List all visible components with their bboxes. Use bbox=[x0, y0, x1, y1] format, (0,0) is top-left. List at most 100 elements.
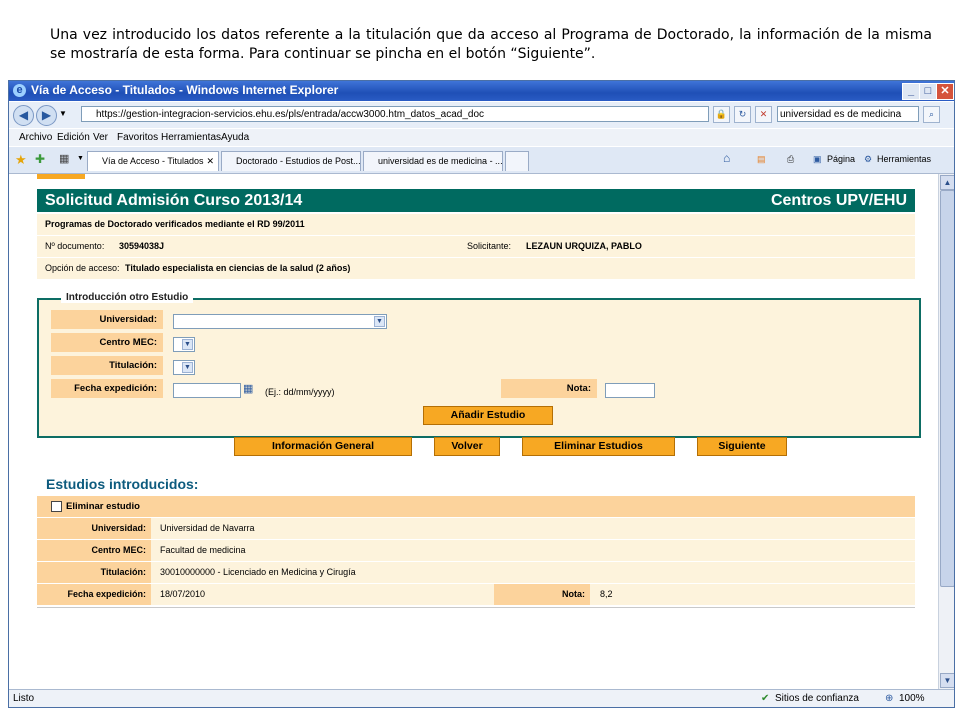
study-degree-value: 30010000000 - Licenciado en Medicina y C… bbox=[160, 567, 356, 577]
page-menu[interactable]: Página bbox=[827, 154, 855, 164]
browser-window: e Vía de Acceso - Titulados - Windows In… bbox=[8, 80, 955, 708]
forward-icon[interactable]: ▶ bbox=[36, 105, 57, 126]
zoom-icon: ⊕ bbox=[885, 693, 894, 704]
delete-study-label: Eliminar estudio bbox=[66, 501, 140, 512]
new-study-fieldset: Introducción otro Estudio Universidad: ▼… bbox=[37, 292, 921, 438]
study-center-value: Facultad de medicina bbox=[160, 545, 246, 555]
close-icon[interactable]: ✕ bbox=[936, 83, 954, 100]
study-center-row: Centro MEC: Facultad de medicina bbox=[37, 540, 915, 561]
print-icon[interactable]: ⎙ bbox=[787, 154, 794, 165]
tab-search-results[interactable]: universidad es de medicina - ... bbox=[363, 151, 503, 171]
menu-herramientas[interactable]: Herramientas bbox=[161, 132, 221, 143]
divider bbox=[37, 607, 915, 608]
quick-tabs-icon[interactable]: ▦ bbox=[59, 152, 69, 165]
lock-icon[interactable]: 🔒 bbox=[713, 106, 730, 123]
menu-archivo[interactable]: Archivo bbox=[19, 132, 52, 143]
chevron-down-icon: ▼ bbox=[182, 362, 193, 373]
menu-ver[interactable]: Ver bbox=[93, 132, 108, 143]
tab-doctorado[interactable]: Doctorado - Estudios de Post... bbox=[221, 151, 361, 171]
center-select[interactable]: ▼ bbox=[173, 337, 195, 352]
grade-input[interactable] bbox=[605, 383, 655, 398]
study-grade-value: 8,2 bbox=[600, 589, 613, 599]
stop-icon[interactable]: ✕ bbox=[755, 106, 772, 123]
applicant-value: LEZAUN URQUIZA, PABLO bbox=[526, 241, 642, 251]
back-icon[interactable]: ◀ bbox=[13, 105, 34, 126]
tools-menu[interactable]: Herramientas bbox=[877, 154, 931, 164]
back-button[interactable]: Volver bbox=[434, 437, 500, 456]
date-hint: (Ej.: dd/mm/yyyy) bbox=[265, 387, 335, 397]
title-bar: e Vía de Acceso - Titulados - Windows In… bbox=[9, 81, 954, 101]
study-degree-row: Titulación: 30010000000 - Licenciado en … bbox=[37, 562, 915, 583]
next-button[interactable]: Siguiente bbox=[697, 437, 787, 456]
study-university-label: Universidad: bbox=[37, 518, 151, 539]
menu-edicion[interactable]: Edición bbox=[57, 132, 90, 143]
date-label: Fecha expedición: bbox=[51, 379, 163, 398]
chevron-down-icon: ▼ bbox=[374, 316, 385, 327]
menu-ayuda[interactable]: Ayuda bbox=[221, 132, 249, 143]
decorative-tab bbox=[37, 174, 85, 179]
refresh-icon[interactable]: ↻ bbox=[734, 106, 751, 123]
doc-label: Nº documento: bbox=[45, 241, 105, 251]
study-date-label: Fecha expedición: bbox=[37, 584, 151, 605]
scroll-up-icon[interactable]: ▲ bbox=[940, 175, 954, 190]
minimize-icon[interactable]: _ bbox=[902, 83, 920, 100]
study-university-value: Universidad de Navarra bbox=[160, 523, 255, 533]
security-zone: Sitios de confianza bbox=[775, 693, 859, 704]
search-input[interactable]: universidad es de medicina bbox=[777, 106, 919, 122]
tab-via-acceso[interactable]: Vía de Acceso - Titulados ✕ bbox=[87, 151, 219, 171]
fieldset-legend: Introducción otro Estudio bbox=[61, 292, 194, 303]
tab-list-icon[interactable]: ▼ bbox=[77, 155, 84, 162]
check-icon: ✔ bbox=[761, 693, 770, 704]
tab-close-icon[interactable]: ✕ bbox=[206, 152, 214, 170]
instruction-caption: Una vez introducido los datos referente … bbox=[50, 27, 932, 62]
history-dropdown-icon[interactable]: ▼ bbox=[59, 109, 67, 118]
university-select[interactable]: ▼ bbox=[173, 314, 387, 329]
vertical-scrollbar[interactable]: ▲ ▼ bbox=[938, 174, 954, 689]
scroll-down-icon[interactable]: ▼ bbox=[940, 673, 954, 688]
access-row: Opción de acceso: Titulado especialista … bbox=[37, 258, 915, 279]
calendar-icon[interactable]: ▦ bbox=[243, 382, 253, 395]
scroll-thumb[interactable] bbox=[940, 190, 954, 587]
delete-studies-button[interactable]: Eliminar Estudios bbox=[522, 437, 675, 456]
page-header: Solicitud Admisión Curso 2013/14 Centros… bbox=[37, 189, 915, 212]
ie-logo-icon: e bbox=[13, 84, 26, 97]
search-icon[interactable]: ⌕ bbox=[923, 106, 940, 123]
url-input[interactable]: https://gestion-integracion-servicios.eh… bbox=[81, 106, 709, 122]
studies-title: Estudios introducidos: bbox=[46, 476, 199, 492]
zoom-level[interactable]: 100% bbox=[899, 693, 925, 704]
access-value: Titulado especialista en ciencias de la … bbox=[125, 263, 351, 273]
university-label: Universidad: bbox=[51, 310, 163, 329]
applicant-label: Solicitante: bbox=[467, 241, 512, 251]
date-input[interactable] bbox=[173, 383, 241, 398]
study-degree-label: Titulación: bbox=[37, 562, 151, 583]
general-info-button[interactable]: Información General bbox=[234, 437, 412, 456]
home-icon[interactable]: ⌂ bbox=[723, 151, 730, 165]
address-bar: ◀ ▶ ▼ https://gestion-integracion-servic… bbox=[9, 102, 954, 128]
doc-value: 30594038J bbox=[119, 241, 165, 251]
page-title: Solicitud Admisión Curso 2013/14 bbox=[45, 192, 303, 209]
document-row: Nº documento: 30594038J Solicitante: LEZ… bbox=[37, 236, 915, 257]
new-tab[interactable] bbox=[505, 151, 529, 171]
favorites-star-icon[interactable]: ★ bbox=[15, 152, 27, 168]
delete-study-row: Eliminar estudio bbox=[37, 496, 915, 517]
page-menu-icon: ▣ bbox=[813, 154, 822, 164]
degree-select[interactable]: ▼ bbox=[173, 360, 195, 375]
tab-label: Vía de Acceso - Titulados bbox=[102, 156, 204, 166]
study-date-value: 18/07/2010 bbox=[160, 589, 206, 599]
study-university-row: Universidad: Universidad de Navarra bbox=[37, 518, 915, 539]
study-date-row: Fecha expedición: 18/07/2010 Nota: 8,2 bbox=[37, 584, 915, 605]
program-text: Programas de Doctorado verificados media… bbox=[45, 219, 305, 229]
feeds-icon[interactable]: ▤ bbox=[757, 154, 766, 165]
study-grade-label: Nota: bbox=[494, 584, 590, 605]
menu-bar: Archivo Edición Ver Favoritos Herramient… bbox=[9, 129, 954, 146]
status-text: Listo bbox=[13, 693, 35, 704]
tab-bar: ★ ✚ ▦ ▼ Vía de Acceso - Titulados ✕ Doct… bbox=[9, 147, 954, 174]
center-label: Centro MEC: bbox=[51, 333, 163, 352]
delete-study-checkbox[interactable] bbox=[51, 500, 62, 512]
tools-gear-icon: ⚙ bbox=[864, 154, 873, 164]
add-study-button[interactable]: Añadir Estudio bbox=[423, 406, 553, 425]
chevron-down-icon: ▼ bbox=[182, 339, 193, 350]
add-favorite-icon[interactable]: ✚ bbox=[35, 152, 45, 166]
maximize-icon[interactable]: □ bbox=[919, 83, 937, 100]
menu-favoritos[interactable]: Favoritos bbox=[117, 132, 158, 143]
